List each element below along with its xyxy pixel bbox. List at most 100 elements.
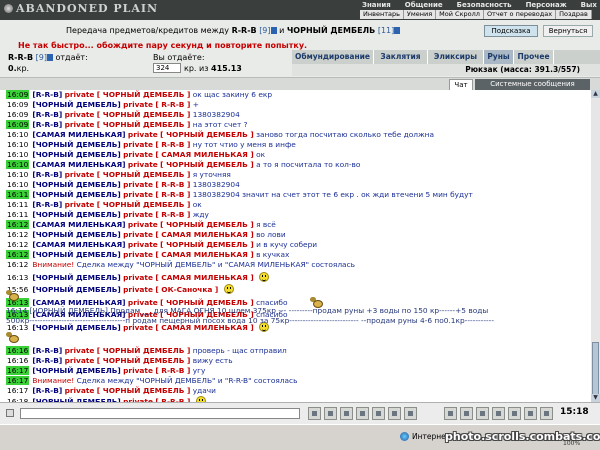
- chat-sender[interactable]: [R-R-B]: [32, 90, 62, 99]
- chat-sender[interactable]: [R-R-B]: [32, 356, 62, 365]
- chat-recipient[interactable]: [ ЧОРНЫЙ ДЕМБЕЛЬ ]: [160, 160, 254, 169]
- chat-recipient[interactable]: [ ЧОРНЫЙ ДЕМБЕЛЬ ]: [160, 220, 254, 229]
- chat-sender[interactable]: [ЧОРНЫЙ ДЕМБЕЛЬ]: [32, 250, 120, 259]
- tab-spells[interactable]: Заклятия: [374, 50, 428, 64]
- back-button[interactable]: Вернуться: [543, 25, 593, 37]
- chat-recipient[interactable]: [ ЧОРНЫЙ ДЕМБЕЛЬ ]: [97, 200, 191, 209]
- nav-exit[interactable]: Вых: [581, 1, 597, 9]
- chat-recipient[interactable]: [ ЧОРНЫЙ ДЕМБЕЛЬ ]: [97, 170, 191, 179]
- chat-recipient[interactable]: [ САМАЯ МИЛЕНЬКАЯ ]: [155, 230, 253, 239]
- chat-recipient[interactable]: [ ЧОРНЫЙ ДЕМБЕЛЬ ]: [97, 120, 191, 129]
- quick-action-icon[interactable]: [444, 407, 457, 420]
- chat-sender[interactable]: [ЧОРНЫЙ ДЕМБЕЛЬ]: [32, 190, 120, 199]
- trade-party-b[interactable]: ЧОРНЫЙ ДЕМБЕЛЬ: [287, 26, 375, 35]
- chat-sender[interactable]: [ЧОРНЫЙ ДЕМБЕЛЬ]: [32, 140, 120, 149]
- game-logo[interactable]: ABANDONED PLAIN: [4, 2, 158, 15]
- subnav-my-scroll[interactable]: Мой Скролл: [436, 10, 484, 19]
- chat-recipient[interactable]: [ R-R-B ]: [155, 180, 190, 189]
- chat-alert: Внимание!: [32, 260, 75, 269]
- smile-picker-icon[interactable]: [308, 407, 321, 420]
- chat-recipient[interactable]: [ ЧОРНЫЙ ДЕМБЕЛЬ ]: [160, 240, 254, 249]
- subnav-skills[interactable]: Умения: [404, 10, 437, 19]
- chat-sender[interactable]: [R-R-B]: [32, 346, 62, 355]
- clear-chat-icon[interactable]: [340, 407, 353, 420]
- chat-sender[interactable]: [САМАЯ МИЛЕНЬКАЯ]: [32, 240, 125, 249]
- chat-input[interactable]: [20, 408, 300, 419]
- tab-elixirs[interactable]: Эликсиры: [428, 50, 484, 64]
- zoom-level[interactable]: 100%: [563, 440, 580, 447]
- subnav-congrats[interactable]: Поздрав: [556, 10, 592, 19]
- chat-sender[interactable]: [ЧОРНЫЙ ДЕМБЕЛЬ]: [32, 180, 120, 189]
- chat-recipient[interactable]: [ ЧОРНЫЙ ДЕМБЕЛЬ ]: [97, 110, 191, 119]
- chat-recipient[interactable]: [ ЧОРНЫЙ ДЕМБЕЛЬ ]: [97, 346, 191, 355]
- chat-line: 16:09 [R-R-B] private [ ЧОРНЫЙ ДЕМБЕЛЬ ] …: [6, 90, 272, 100]
- refresh-icon[interactable]: [388, 407, 401, 420]
- recipient-name: ЧОРНЫЙ ДЕМБЕЛЬ: [102, 90, 185, 99]
- chat-recipient[interactable]: [ ЧОРНЫЙ ДЕМБЕЛЬ ]: [97, 90, 191, 99]
- nav-knowledge[interactable]: Знания: [362, 1, 391, 9]
- chat-sender[interactable]: [САМАЯ МИЛЕНЬКАЯ]: [32, 130, 125, 139]
- chat-sender[interactable]: [R-R-B]: [32, 110, 62, 119]
- chat-sender[interactable]: [ЧОРНЫЙ ДЕМБЕЛЬ]: [32, 210, 120, 219]
- quick-action-icon[interactable]: [540, 407, 553, 420]
- quick-action-icon[interactable]: [476, 407, 489, 420]
- info-icon[interactable]: [394, 27, 401, 34]
- chat-recipient[interactable]: [ R-R-B ]: [155, 366, 190, 375]
- subnav-inventory[interactable]: Инвентарь: [360, 10, 404, 19]
- translit-icon[interactable]: [372, 407, 385, 420]
- chat-recipient[interactable]: [ САМАЯ МИЛЕНЬКАЯ ]: [155, 273, 253, 282]
- chat-recipient[interactable]: [ САМАЯ МИЛЕНЬКАЯ ]: [155, 150, 253, 159]
- info-icon[interactable]: [270, 27, 277, 34]
- chat-scrollbar[interactable]: ▲ ▼: [591, 90, 600, 402]
- chat-sender[interactable]: [R-R-B]: [32, 170, 62, 179]
- chat-time: 16:09: [6, 120, 30, 129]
- chat-sender[interactable]: [R-R-B]: [32, 200, 62, 209]
- chat-sender[interactable]: [R-R-B]: [32, 120, 62, 129]
- chat-sender[interactable]: [ЧОРНЫЙ ДЕМБЕЛЬ]: [32, 285, 120, 294]
- trade-party-a[interactable]: R-R-B: [232, 26, 257, 35]
- chat-sender[interactable]: [ЧОРНЫЙ ДЕМБЕЛЬ]: [32, 150, 120, 159]
- chat-recipient[interactable]: [ ЧОРНЫЙ ДЕМБЕЛЬ ]: [97, 356, 191, 365]
- chat-sender[interactable]: [ЧОРНЫЙ ДЕМБЕЛЬ]: [32, 366, 120, 375]
- quick-action-icon[interactable]: [492, 407, 505, 420]
- chat-line: 16:17 [ЧОРНЫЙ ДЕМБЕЛЬ] private [ R-R-B ] …: [6, 366, 205, 376]
- chat-recipient[interactable]: [ ОК-Саночка ]: [155, 285, 218, 294]
- chat-sender[interactable]: [САМАЯ МИЛЕНЬКАЯ]: [32, 160, 125, 169]
- chat-sender[interactable]: [ЧОРНЫЙ ДЕМБЕЛЬ]: [32, 230, 120, 239]
- scroll-thumb[interactable]: [592, 342, 599, 398]
- settings-icon[interactable]: [404, 407, 417, 420]
- tab-chat[interactable]: Чат: [449, 79, 473, 90]
- chat-sender[interactable]: [R-R-B]: [32, 386, 62, 395]
- input-mode-icon[interactable]: [6, 409, 14, 417]
- tab-other[interactable]: Прочее: [514, 50, 554, 64]
- info-icon[interactable]: [46, 54, 53, 61]
- chat-recipient[interactable]: [ R-R-B ]: [155, 140, 190, 149]
- scroll-down-arrow-icon[interactable]: ▼: [591, 394, 600, 402]
- tab-equipment[interactable]: Обмундирование: [292, 50, 374, 64]
- credits-input[interactable]: [153, 63, 181, 73]
- tab-runes[interactable]: Руны: [484, 50, 514, 64]
- chat-recipient[interactable]: [ R-R-B ]: [155, 100, 190, 109]
- chat-recipient[interactable]: [ ЧОРНЫЙ ДЕМБЕЛЬ ]: [160, 130, 254, 139]
- tab-system-messages[interactable]: Системные сообщения: [475, 79, 590, 90]
- nav-communication[interactable]: Общение: [405, 1, 443, 9]
- filter-icon[interactable]: [324, 407, 337, 420]
- chat-recipient[interactable]: [ R-R-B ]: [155, 190, 190, 199]
- quick-action-icon[interactable]: [524, 407, 537, 420]
- chat-sender[interactable]: [ЧОРНЫЙ ДЕМБЕЛЬ]: [32, 273, 120, 282]
- chat-message: Сделка между "ЧОРНЫЙ ДЕМБЕЛЬ" и "САМАЯ М…: [76, 260, 355, 269]
- chat-sender[interactable]: [САМАЯ МИЛЕНЬКАЯ]: [32, 220, 125, 229]
- chat-recipient[interactable]: [ R-R-B ]: [155, 210, 190, 219]
- quick-action-icon[interactable]: [508, 407, 521, 420]
- chat-recipient[interactable]: [ ЧОРНЫЙ ДЕМБЕЛЬ ]: [97, 386, 191, 395]
- hint-button[interactable]: Подсказка: [484, 25, 538, 37]
- chat-recipient[interactable]: [ САМАЯ МИЛЕНЬКАЯ ]: [155, 250, 253, 259]
- sound-icon[interactable]: [356, 407, 369, 420]
- chat-sender[interactable]: [ЧОРНЫЙ ДЕМБЕЛЬ]: [32, 100, 120, 109]
- quick-action-icon[interactable]: [460, 407, 473, 420]
- recipient-name: САМАЯ МИЛЕНЬКАЯ: [161, 150, 248, 159]
- scroll-up-arrow-icon[interactable]: ▲: [591, 90, 600, 98]
- nav-security[interactable]: Безопасность: [457, 1, 512, 9]
- nav-character[interactable]: Персонаж: [526, 1, 567, 9]
- subnav-transfer-report[interactable]: Отчет о переводах: [484, 10, 557, 19]
